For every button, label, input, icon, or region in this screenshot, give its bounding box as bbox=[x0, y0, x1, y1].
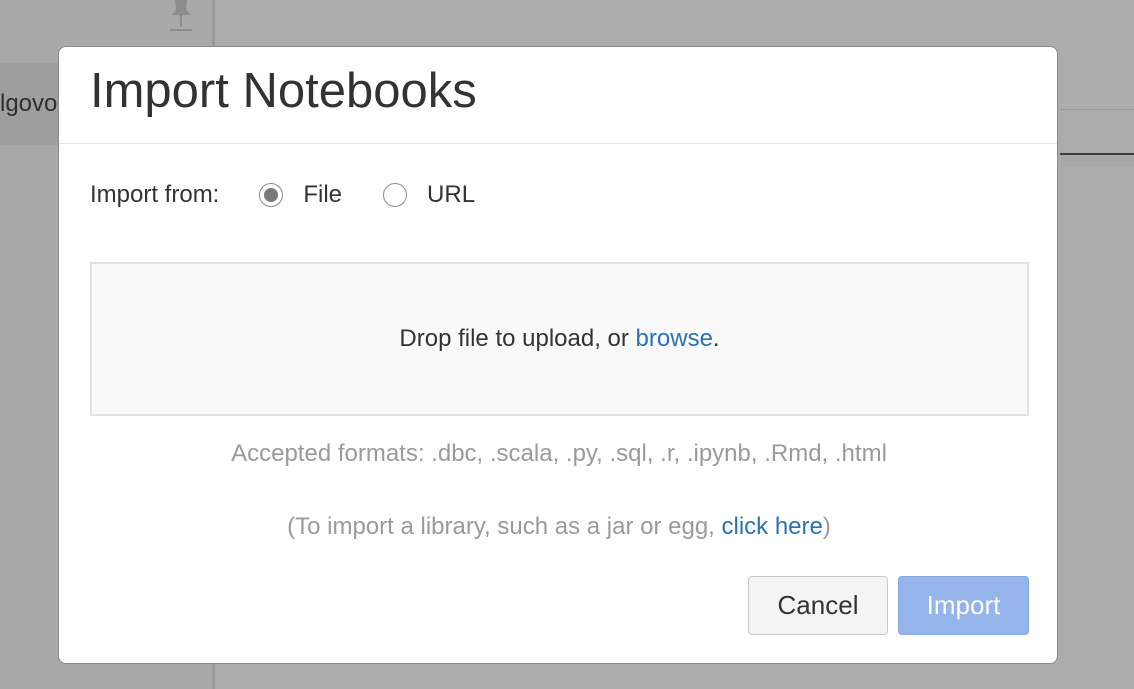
click-here-link[interactable]: click here bbox=[722, 513, 823, 540]
background-panel bbox=[1060, 155, 1134, 167]
library-note-before: (To import a library, such as a jar or e… bbox=[287, 513, 722, 540]
dropzone-text: Drop file to upload, or browse. bbox=[399, 325, 719, 353]
radio-option-file[interactable]: File bbox=[259, 181, 342, 209]
cancel-button[interactable]: Cancel bbox=[748, 576, 888, 635]
browse-link[interactable]: browse bbox=[636, 325, 713, 352]
import-button[interactable]: Import bbox=[898, 576, 1029, 635]
dialog-title: Import Notebooks bbox=[90, 64, 477, 118]
library-note-after: ) bbox=[822, 513, 831, 540]
radio-label-file[interactable]: File bbox=[303, 181, 342, 209]
background-sidebar-text: lgovo bbox=[0, 90, 58, 117]
file-dropzone[interactable]: Drop file to upload, or browse. bbox=[90, 262, 1029, 416]
import-from-label: Import from: bbox=[90, 181, 220, 208]
dialog-header: Import Notebooks bbox=[59, 47, 1057, 144]
dropzone-text-after: . bbox=[712, 325, 720, 352]
import-source-selector: Import from: File URL bbox=[90, 181, 516, 209]
background-divider bbox=[1060, 109, 1134, 110]
radio-button-url[interactable] bbox=[383, 183, 408, 207]
accepted-formats-text: Accepted formats: .dbc, .scala, .py, .sq… bbox=[231, 440, 887, 467]
radio-option-url[interactable]: URL bbox=[383, 181, 475, 209]
pin-icon bbox=[170, 0, 192, 31]
radio-label-url[interactable]: URL bbox=[427, 181, 475, 209]
dropzone-text-before: Drop file to upload, or bbox=[399, 325, 636, 352]
library-note: (To import a library, such as a jar or e… bbox=[59, 513, 1057, 541]
import-notebooks-dialog: Import Notebooks Import from: File URL D… bbox=[58, 46, 1058, 664]
radio-button-file[interactable] bbox=[259, 183, 284, 207]
